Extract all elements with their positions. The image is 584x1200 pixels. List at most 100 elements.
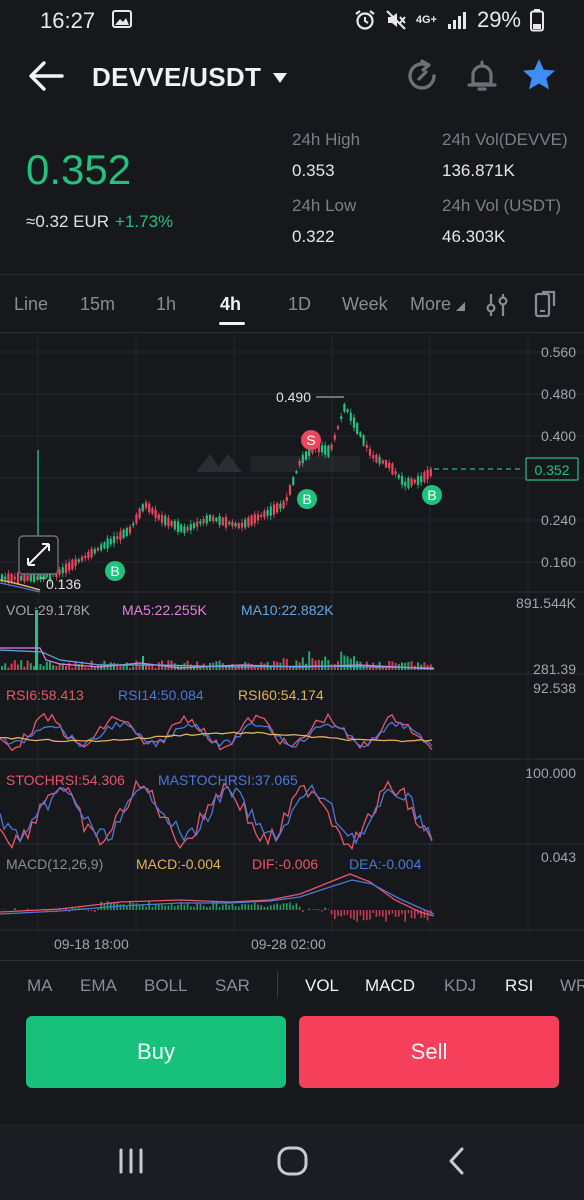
indicator-vol[interactable]: VOL [305,976,339,996]
interval-tabs: Line 15m 1h 4h 1D Week More [0,278,584,332]
indicator-settings-icon[interactable] [484,292,510,318]
stat-value-vol-quote: 46.303K [442,227,506,246]
price-candles [0,402,432,586]
tab-line[interactable]: Line [14,294,48,315]
fiat-price: ≈0.32 EUR +1.73% [26,212,173,232]
rsi-axis-top: 92.538 [533,680,576,696]
fullscreen-button[interactable] [18,535,59,575]
pair-header: DEVVE/USDT [0,44,584,110]
stat-label-vol-quote: 24h Vol (USDT) [442,196,562,215]
svg-text:B: B [302,491,311,507]
mastochrsi-legend: MASTOCHRSI:37.065 [158,772,298,788]
back-arrow-icon[interactable] [26,58,66,94]
price-change: +1.73% [115,212,174,231]
price-axis-label: 0.560 [541,344,576,360]
indicator-wr[interactable]: WR [560,976,584,996]
mute-icon [386,10,406,30]
macd-legend: MACD:-0.004 [136,856,221,872]
svg-text:S: S [306,432,315,448]
signal-icon [447,12,466,29]
buy-button[interactable]: Buy [26,1016,286,1088]
recent-apps-icon[interactable] [116,1146,146,1176]
chart-canvas[interactable]: 0.560 0.480 0.400 0.240 0.160 0.352 0.49… [0,334,584,960]
vol-axis-bottom: 281.39 [533,661,576,677]
tab-week[interactable]: Week [342,294,388,315]
tab-more[interactable]: More [410,294,466,315]
macd-axis-top: 0.043 [541,849,576,865]
indicator-ma[interactable]: MA [27,976,53,996]
sell-marker: S [301,430,321,450]
rotate-screen-icon[interactable] [532,290,558,320]
rsi60-legend: RSI60:54.174 [238,687,324,703]
battery-icon [530,9,544,32]
stat-label-vol-base: 24h Vol(DEVVE) [442,130,568,149]
indicator-macd[interactable]: MACD [365,976,415,996]
indicator-rsi[interactable]: RSI [505,976,533,996]
tab-15m[interactable]: 15m [80,294,115,315]
time-axis-label: 09-18 18:00 [54,936,129,952]
buy-marker: B [297,489,317,509]
home-icon[interactable] [276,1144,310,1178]
last-price: 0.352 [26,146,132,193]
divider [0,274,584,275]
pair-title[interactable]: DEVVE/USDT [92,62,261,93]
status-time: 16:27 [40,8,96,33]
tab-4h[interactable]: 4h [220,294,241,315]
vol-axis-top: 891.544K [516,595,577,611]
alarm-icon [355,10,375,30]
back-nav-icon[interactable] [444,1146,470,1176]
indicator-ema[interactable]: EMA [80,976,117,996]
sell-button[interactable]: Sell [299,1016,559,1088]
system-nav-bar [0,1124,584,1200]
triangle-down-icon [456,302,466,311]
tab-more-label: More [410,294,452,314]
rsi14-legend: RSI14:50.084 [118,687,204,703]
indicator-separator [277,972,278,998]
time-axis-label: 09-28 02:00 [251,936,326,952]
price-axis-label: 0.480 [541,386,576,402]
buy-marker: B [422,485,442,505]
current-price-label: 0.352 [534,462,569,478]
macd-title: MACD(12,26,9) [6,856,103,872]
svg-text:B: B [427,487,436,503]
price-axis-label: 0.160 [541,554,576,570]
tab-1h[interactable]: 1h [156,294,176,315]
stat-value-vol-base: 136.871K [442,161,515,180]
tab-1d[interactable]: 1D [288,294,311,315]
ma10-legend: MA10:22.882K [241,602,334,618]
divider [0,332,584,333]
active-tab-indicator [219,322,245,325]
indicator-sar[interactable]: SAR [215,976,250,996]
indicator-boll[interactable]: BOLL [144,976,187,996]
status-icons: 4G+ 29% [354,7,544,33]
svg-text:B: B [110,563,119,579]
stat-label-high: 24h High [292,130,361,149]
stat-label-low: 24h Low [292,196,357,215]
buy-marker: B [105,561,125,581]
high-marker-label: 0.490 [276,389,311,405]
vol-legend: VOL:29.178K [6,602,91,618]
chevron-down-icon[interactable] [272,72,288,84]
divider [0,960,584,961]
bell-icon[interactable] [464,58,500,94]
indicator-tabs: MA EMA BOLL SAR VOL MACD KDJ RSI WR [0,966,584,1006]
rsi6-legend: RSI6:58.413 [6,687,84,703]
stochrsi-line [0,779,433,851]
fiat-value: ≈0.32 EUR [26,212,110,231]
chart-grid [0,334,584,934]
gallery-icon [112,10,132,28]
candlestick-chart[interactable]: 0.560 0.480 0.400 0.240 0.160 0.352 0.49… [0,334,584,960]
dif-legend: DIF:-0.006 [252,856,318,872]
star-icon[interactable] [520,56,558,94]
mastochrsi-line [0,784,433,845]
stat-value-low: 0.322 [292,227,335,246]
price-axis-label: 0.400 [541,428,576,444]
dea-legend: DEA:-0.004 [349,856,422,872]
stoch-axis-top: 100.000 [525,765,576,781]
stat-value-high: 0.353 [292,161,335,180]
network-type: 4G+ [415,13,437,26]
stochrsi-legend: STOCHRSI:54.306 [6,772,125,788]
rsi14-line [0,721,433,748]
refresh-icon[interactable] [404,58,440,94]
indicator-kdj[interactable]: KDJ [444,976,476,996]
